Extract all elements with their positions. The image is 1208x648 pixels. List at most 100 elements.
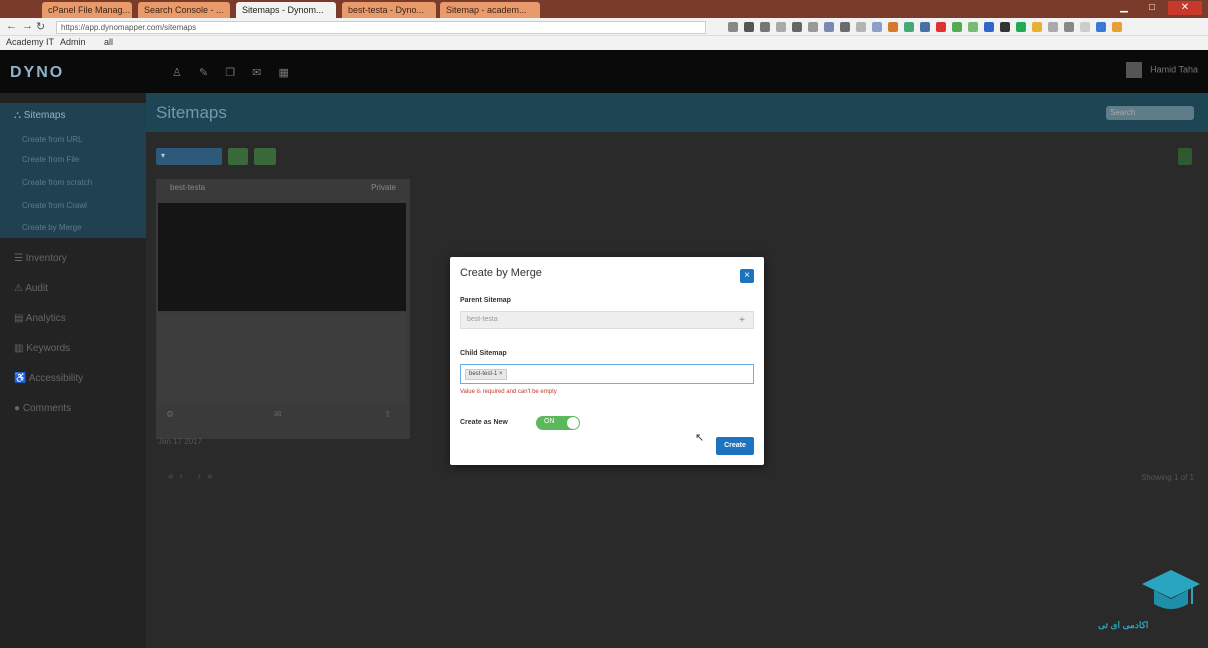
action-button[interactable] [254,148,276,165]
sidebar-sub-create-file[interactable]: Create from File [22,155,79,164]
extension-icon[interactable] [760,22,770,32]
screen: cPanel File Manag... Search Console - ..… [0,0,1208,648]
extension-icon[interactable] [1032,22,1042,32]
forward-icon[interactable]: → [22,20,33,32]
sidebar-item-keywords[interactable]: ▥ Keywords [14,343,70,354]
user-icon[interactable]: ♙ [172,67,182,79]
back-icon[interactable]: ← [6,20,17,32]
pagination[interactable]: «‹ ›» [168,471,219,482]
card-meta: Jan 17 2017 [158,437,203,446]
close-icon[interactable]: × [740,269,754,283]
reload-icon[interactable]: ↻ [36,20,45,33]
extension-icon[interactable] [1016,22,1026,32]
create-new-label: Create as New [460,419,508,426]
extension-icon[interactable] [968,22,978,32]
extension-icon[interactable] [792,22,802,32]
browser-tabbar: cPanel File Manag... Search Console - ..… [0,0,1208,18]
extension-icon[interactable] [1112,22,1122,32]
browser-tab[interactable]: Search Console - ... [138,2,230,18]
sidebar-item-comments[interactable]: ● Comments [14,403,71,414]
edit-icon[interactable]: ✎ [199,67,208,79]
validation-error: Value is required and can't be empty [460,389,557,395]
bookmark[interactable]: all [104,37,113,47]
comment-icon[interactable]: ✉ [252,67,261,79]
child-sitemap-chip[interactable]: best-test-1 × [465,369,507,380]
create-button[interactable]: Create [716,437,754,455]
user-menu[interactable]: Hamid Taha [1125,62,1198,78]
sidebar-item-inventory[interactable]: ☰ Inventory [14,253,67,264]
extension-icon[interactable] [744,22,754,32]
minimize-icon[interactable]: ▁ [1112,1,1136,15]
create-merge-modal: Create by Merge × Parent Sitemap best-te… [450,257,764,465]
toggle-knob [567,417,579,429]
sidebar-sub-create-merge[interactable]: Create by Merge [22,223,82,232]
extension-icon[interactable] [920,22,930,32]
sidebar-item-analytics[interactable]: ▤ Analytics [14,313,66,324]
browser-tab-active[interactable]: Sitemaps - Dynom... [236,2,336,18]
child-sitemap-label: Child Sitemap [460,350,507,357]
plus-icon: + [739,315,745,326]
extension-icon[interactable] [776,22,786,32]
app-logo[interactable]: DYNO [10,64,64,82]
extension-icon[interactable] [1096,22,1106,32]
sidebar-sub-create-scratch[interactable]: Create from scratch [22,178,92,187]
sidebar-item-audit[interactable]: ⚠ Audit [14,283,48,294]
settings-icon[interactable]: ⚙ [166,409,174,420]
extension-icon[interactable] [824,22,834,32]
extension-icon[interactable] [904,22,914,32]
extension-icon[interactable] [888,22,898,32]
parent-sitemap-select[interactable]: best-testa + [460,311,754,329]
app-topbar: DYNO ♙ ✎ ❐ ✉ ▦ Hamid Taha [0,50,1208,93]
copy-icon[interactable]: ❐ [225,67,235,79]
add-button[interactable] [1178,148,1192,165]
showing-count: Showing 1 of 1 [1141,473,1194,482]
address-bar: ← → ↻ https://app.dynomapper.com/sitemap… [0,18,1208,36]
bookmark[interactable]: Admin [60,37,86,47]
extension-icon[interactable] [1000,22,1010,32]
extension-icon[interactable] [728,22,738,32]
bookmark[interactable]: Academy IT [6,37,54,47]
extension-icon[interactable] [1048,22,1058,32]
create-new-toggle[interactable]: ON [536,416,580,430]
bookmarks-bar: Academy IT Admin all [0,36,1208,50]
browser-tab[interactable]: cPanel File Manag... [42,2,132,18]
mouse-cursor-icon: ↖ [695,432,705,444]
browser-tab[interactable]: best-testa - Dyno... [342,2,436,18]
extension-icon[interactable] [1080,22,1090,32]
action-button[interactable] [228,148,248,165]
card-footer: ⚙ ✉ ⇪ [156,409,410,425]
browser-tab[interactable]: Sitemap - academ... [440,2,540,18]
sidebar-sub-create-url[interactable]: Create from URL [22,135,82,144]
comment-icon[interactable]: ✉ [274,409,282,420]
avatar [1125,62,1142,78]
url-input[interactable]: https://app.dynomapper.com/sitemaps [56,21,706,34]
extension-icon[interactable] [936,22,946,32]
parent-sitemap-label: Parent Sitemap [460,297,511,304]
extension-icon[interactable] [872,22,882,32]
sitemap-preview [158,313,406,403]
close-window-icon[interactable]: ✕ [1168,1,1202,15]
card-header: best-testa Private [170,183,396,192]
extension-icon[interactable] [856,22,866,32]
sitemap-thumbnail [158,203,406,311]
maximize-icon[interactable]: □ [1140,1,1164,15]
sitemap-card[interactable]: best-testa Private ⚙ ✉ ⇪ [156,179,410,439]
academy-logo-icon [1142,570,1200,609]
sidebar-active-section [0,103,146,238]
sidebar-item-sitemaps[interactable]: ⛬ Sitemaps [14,110,65,121]
sidebar-sub-create-crawl[interactable]: Create from Crawl [22,201,87,210]
extension-icon[interactable] [984,22,994,32]
page-header: Sitemaps Search [146,93,1208,132]
extension-icon[interactable] [808,22,818,32]
grid-icon[interactable]: ▦ [278,67,288,79]
extension-icon[interactable] [840,22,850,32]
child-sitemap-input[interactable]: best-test-1 × [460,364,754,384]
modal-title: Create by Merge [460,267,542,279]
page-title: Sitemaps [156,103,227,122]
share-icon[interactable]: ⇪ [384,409,392,420]
search-input[interactable]: Search [1106,106,1194,120]
sidebar-item-accessibility[interactable]: ♿ Accessibility [14,373,83,384]
create-dropdown-button[interactable]: ▾ [156,148,222,165]
extension-icon[interactable] [952,22,962,32]
extension-icon[interactable] [1064,22,1074,32]
